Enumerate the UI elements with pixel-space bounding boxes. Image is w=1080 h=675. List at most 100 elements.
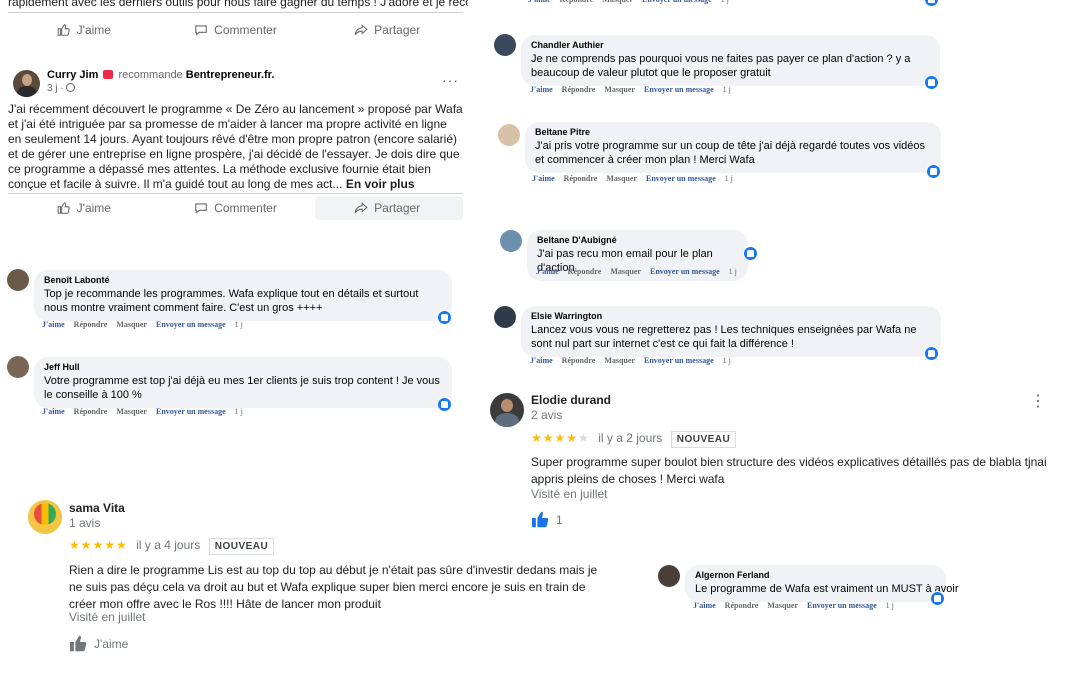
post-body: J'ai récemment découvert le programme « …	[8, 102, 463, 191]
commenter-name[interactable]: Beltane Pitre	[535, 127, 931, 138]
commenter-name[interactable]: Elsie Warrington	[531, 311, 931, 322]
comment-bubble: Algernon Ferland Le programme de Wafa es…	[685, 565, 959, 602]
commenter-name[interactable]: Benoît Labonté	[44, 275, 442, 286]
commenter-name[interactable]: Jeff Hull	[44, 362, 442, 373]
like-button[interactable]: J'aime	[8, 198, 160, 218]
like-reaction-icon[interactable]	[924, 75, 939, 90]
comment-actions: J'aimeRépondreMasquerEnvoyer un message1…	[530, 85, 731, 94]
like-link[interactable]: J'aime	[42, 407, 65, 416]
star-rating: ★★★★	[531, 431, 579, 445]
more-options-icon[interactable]: ···	[442, 72, 459, 88]
share-icon	[354, 24, 368, 35]
hide-link[interactable]: Masquer	[116, 407, 147, 416]
new-badge: NOUVEAU	[208, 538, 275, 555]
like-link[interactable]: J'aime	[530, 85, 553, 94]
author-name[interactable]: Curry Jim	[47, 69, 98, 81]
send-message-link[interactable]: Envoyer un message	[156, 407, 226, 416]
like-link[interactable]: J'aime	[42, 320, 65, 329]
share-icon	[354, 202, 368, 213]
like-link[interactable]: J'aime	[530, 356, 553, 365]
like-reaction-icon[interactable]	[930, 591, 945, 606]
post-time: 3 j ·	[47, 83, 76, 94]
hide-link[interactable]: Masquer	[602, 0, 633, 4]
send-message-link[interactable]: Envoyer un message	[807, 601, 877, 610]
reply-link[interactable]: Répondre	[74, 320, 108, 329]
send-message-link[interactable]: Envoyer un message	[644, 356, 714, 365]
avatar[interactable]	[494, 306, 516, 328]
divider	[8, 12, 463, 13]
like-reaction-icon[interactable]	[437, 397, 452, 412]
rating-row: ★★★★★ il y a 2 jours NOUVEAU	[531, 429, 737, 448]
reply-link[interactable]: Répondre	[560, 0, 594, 4]
hide-link[interactable]: Masquer	[604, 356, 635, 365]
hide-link[interactable]: Masquer	[116, 320, 147, 329]
star-rating: ★★★★★	[69, 538, 128, 552]
comment-text: Lancez vous vous ne regretterez pas ! Le…	[531, 324, 917, 350]
like-link[interactable]: J'aime	[536, 267, 559, 276]
commenter-name[interactable]: Beltane D'Aubigné	[537, 235, 738, 246]
share-button[interactable]: Partager	[311, 198, 463, 218]
avatar[interactable]	[28, 500, 62, 534]
comment-button[interactable]: Commenter	[160, 198, 312, 218]
send-message-link[interactable]: Envoyer un message	[156, 320, 226, 329]
avatar[interactable]	[494, 34, 516, 56]
hide-link[interactable]: Masquer	[604, 85, 635, 94]
reply-link[interactable]: Répondre	[568, 267, 602, 276]
like-reaction-icon[interactable]	[924, 346, 939, 361]
avatar[interactable]	[500, 230, 522, 252]
review-like-button[interactable]: 1	[531, 511, 563, 528]
thumbs-up-icon	[532, 511, 549, 528]
more-options-icon[interactable]: ⋮	[1030, 394, 1046, 410]
like-button[interactable]: J'aime	[8, 20, 160, 40]
hide-link[interactable]: Masquer	[767, 601, 798, 610]
hide-link[interactable]: Masquer	[610, 267, 641, 276]
comment-actions: J'aimeRépondreMasquerEnvoyer un message1…	[530, 356, 731, 365]
comment-button[interactable]: Commenter	[160, 20, 312, 40]
send-message-link[interactable]: Envoyer un message	[644, 85, 714, 94]
reviewer-name[interactable]: sama Vita	[69, 501, 125, 515]
avatar[interactable]	[7, 356, 29, 378]
visited-label: Visité en juillet	[531, 487, 608, 501]
share-button[interactable]: Partager	[311, 20, 463, 40]
reply-link[interactable]: Répondre	[74, 407, 108, 416]
review-like-button[interactable]: J'aime	[69, 635, 128, 652]
like-link[interactable]: J'aime	[532, 174, 555, 183]
reply-link[interactable]: Répondre	[564, 174, 598, 183]
comment-text: Votre programme est top j'ai déjà eu mes…	[44, 375, 440, 401]
reply-link[interactable]: Répondre	[562, 85, 596, 94]
reply-link[interactable]: Répondre	[725, 601, 759, 610]
post-curry-action-bar: J'aime Commenter Partager	[8, 198, 463, 218]
reviewer-name[interactable]: Elodie durand	[531, 393, 611, 407]
hide-link[interactable]: Masquer	[606, 174, 637, 183]
like-link[interactable]: J'aime	[693, 601, 716, 610]
like-reaction-icon[interactable]	[926, 164, 941, 179]
review-text: Rien a dire le programme Lis est au top …	[69, 563, 598, 611]
avatar[interactable]	[498, 124, 520, 146]
post-cut-text: rapidement avec les derniers outils pour…	[8, 0, 468, 9]
review-text: Super programme super boulot bien struct…	[531, 455, 1047, 486]
avatar[interactable]	[658, 565, 680, 587]
avatar[interactable]	[13, 70, 40, 97]
reply-link[interactable]: Répondre	[562, 356, 596, 365]
see-more-link[interactable]: En voir plus	[346, 177, 415, 191]
commenter-name[interactable]: Chandler Authier	[531, 40, 930, 51]
send-message-link[interactable]: Envoyer un message	[642, 0, 712, 4]
comment-bubble: Chandler Authier Je ne comprends pas pou…	[521, 35, 940, 86]
commenter-name[interactable]: Algernon Ferland	[695, 570, 936, 581]
like-reaction-icon[interactable]	[437, 310, 452, 325]
like-link[interactable]: J'aime	[528, 0, 551, 4]
send-message-link[interactable]: Envoyer un message	[650, 267, 720, 276]
page-link[interactable]: Bentrepreneur.fr.	[186, 69, 275, 81]
comment-actions: J'aimeRépondreMasquerEnvoyer un message1…	[42, 320, 243, 329]
comment-actions: J'aimeRépondreMasquerEnvoyer un message1…	[528, 0, 738, 4]
send-message-link[interactable]: Envoyer un message	[646, 174, 716, 183]
empty-star-icon: ★	[578, 431, 590, 445]
comment-actions: J'aimeRépondreMasquerEnvoyer un message1…	[532, 174, 733, 183]
like-count: 1	[556, 512, 563, 527]
avatar[interactable]	[490, 393, 524, 427]
thumbs-up-icon	[70, 635, 87, 652]
like-reaction-icon[interactable]	[743, 246, 758, 261]
avatar[interactable]	[7, 269, 29, 291]
comment-icon	[195, 203, 207, 214]
like-reaction-icon[interactable]	[924, 0, 939, 7]
